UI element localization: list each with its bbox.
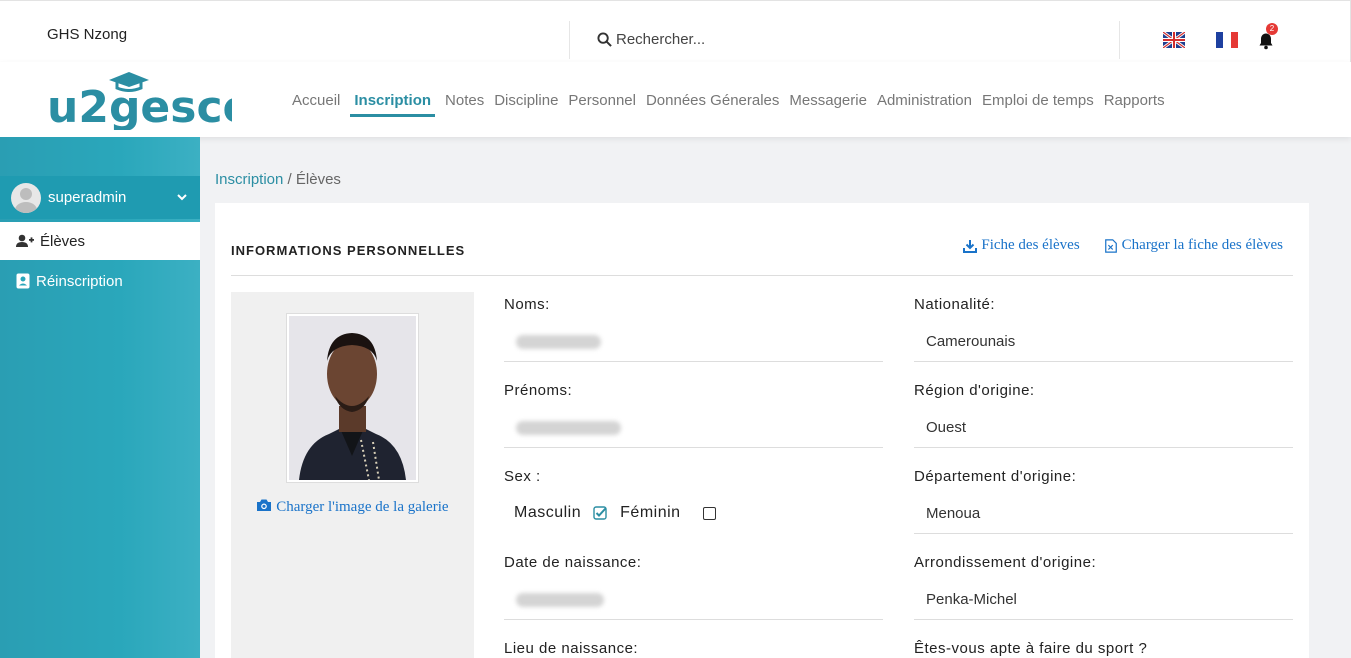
student-form-card: INFORMATIONS PERSONNELLES Fiche des élèv… <box>215 203 1309 658</box>
school-name: GHS Nzong <box>47 26 128 43</box>
label-departement: Département d'origine: <box>914 468 1077 485</box>
breadcrumb-link[interactable]: Inscription <box>215 171 283 188</box>
download-icon <box>963 239 978 253</box>
upload-fiche-link[interactable]: Charger la fiche des élèves <box>1104 237 1283 254</box>
user-menu[interactable]: superadmin <box>0 176 200 219</box>
upload-photo-label: Charger l'image de la galerie <box>276 499 449 515</box>
avatar <box>11 182 41 213</box>
nav-accueil[interactable]: Accueil <box>292 92 340 117</box>
logo-text: u2gesco <box>47 82 232 130</box>
nav-donnees-generales[interactable]: Données Génerales <box>646 92 779 117</box>
male-checkbox[interactable] <box>593 506 607 520</box>
upload-photo-link[interactable]: Charger l'image de la galerie <box>231 498 474 515</box>
redacted-value <box>516 335 601 350</box>
sidebar: superadmin Élèves Réinscription <box>0 137 200 658</box>
redacted-value <box>516 421 621 436</box>
card-actions: Fiche des élèves Charger la fiche des él… <box>963 237 1283 254</box>
label-noms: Noms: <box>504 296 550 313</box>
noms-field[interactable] <box>504 322 883 362</box>
departement-field[interactable]: Menoua <box>914 494 1293 534</box>
notification-badge: 2 <box>1266 23 1278 35</box>
nav-discipline[interactable]: Discipline <box>494 92 558 117</box>
label-nationalite: Nationalité: <box>914 296 996 313</box>
sex-female-label: Féminin <box>620 504 681 521</box>
arrondissement-field[interactable]: Penka-Michel <box>914 580 1293 620</box>
search-icon <box>597 32 612 47</box>
female-checkbox[interactable] <box>702 506 716 520</box>
search-input[interactable]: Rechercher... <box>616 31 705 48</box>
label-apte-sport: Êtes-vous apte à faire du sport ? <box>914 640 1148 657</box>
nav-messagerie[interactable]: Messagerie <box>789 92 867 117</box>
nav-personnel[interactable]: Personnel <box>568 92 636 117</box>
label-arrondissement: Arrondissement d'origine: <box>914 554 1097 571</box>
france-flag-icon[interactable] <box>1216 32 1238 48</box>
redacted-value <box>516 593 604 608</box>
label-lieu-naissance: Lieu de naissance: <box>504 640 639 657</box>
download-fiche-link[interactable]: Fiche des élèves <box>963 237 1080 254</box>
date-naissance-field[interactable] <box>504 580 883 620</box>
user-plus-icon <box>16 234 34 247</box>
sidebar-item-reinscription[interactable]: Réinscription <box>0 262 200 300</box>
divider <box>569 21 570 59</box>
nav-bar: u2gesco Accueil Inscription Notes Discip… <box>0 62 1351 137</box>
breadcrumb-separator: / <box>283 171 296 188</box>
id-badge-icon <box>16 273 30 289</box>
search-box[interactable]: Rechercher... <box>597 31 705 48</box>
sex-male-label: Masculin <box>514 504 582 521</box>
upload-fiche-label: Charger la fiche des élèves <box>1121 237 1283 253</box>
excel-file-icon <box>1104 238 1117 253</box>
label-region: Région d'origine: <box>914 382 1035 399</box>
top-bar: GHS Nzong Rechercher... 2 <box>0 0 1351 62</box>
sidebar-item-label: Élèves <box>40 232 86 250</box>
region-field[interactable]: Ouest <box>914 408 1293 448</box>
label-sex: Sex : <box>504 468 541 485</box>
sidebar-item-eleves[interactable]: Élèves <box>0 222 200 260</box>
nav-administration[interactable]: Administration <box>877 92 972 117</box>
chevron-down-icon[interactable] <box>176 191 188 203</box>
divider <box>231 275 1293 276</box>
sex-options: Masculin Féminin <box>514 504 716 522</box>
nav-emploi-de-temps[interactable]: Emploi de temps <box>982 92 1094 117</box>
nav-rapports[interactable]: Rapports <box>1104 92 1165 117</box>
download-fiche-label: Fiche des élèves <box>981 237 1080 253</box>
breadcrumb-current: Élèves <box>295 171 341 188</box>
user-name: superadmin <box>48 189 127 206</box>
student-photo <box>287 314 418 482</box>
logo[interactable]: u2gesco <box>47 70 253 135</box>
label-date-naissance: Date de naissance: <box>504 554 642 571</box>
nav-inscription[interactable]: Inscription <box>350 92 436 117</box>
prenoms-field[interactable] <box>504 408 883 448</box>
uk-flag-icon[interactable] <box>1163 32 1185 48</box>
section-title: INFORMATIONS PERSONNELLES <box>231 243 466 258</box>
nationalite-field[interactable]: Camerounais <box>914 322 1293 362</box>
divider <box>1119 21 1120 59</box>
photo-panel: Charger l'image de la galerie <box>231 292 474 658</box>
nav-notes[interactable]: Notes <box>445 92 484 117</box>
breadcrumb: Inscription / Élèves <box>215 171 341 188</box>
camera-icon <box>257 499 272 511</box>
sidebar-item-label: Réinscription <box>36 272 123 290</box>
label-prenoms: Prénoms: <box>504 382 573 399</box>
main-nav: Accueil Inscription Notes Discipline Per… <box>292 92 1165 117</box>
